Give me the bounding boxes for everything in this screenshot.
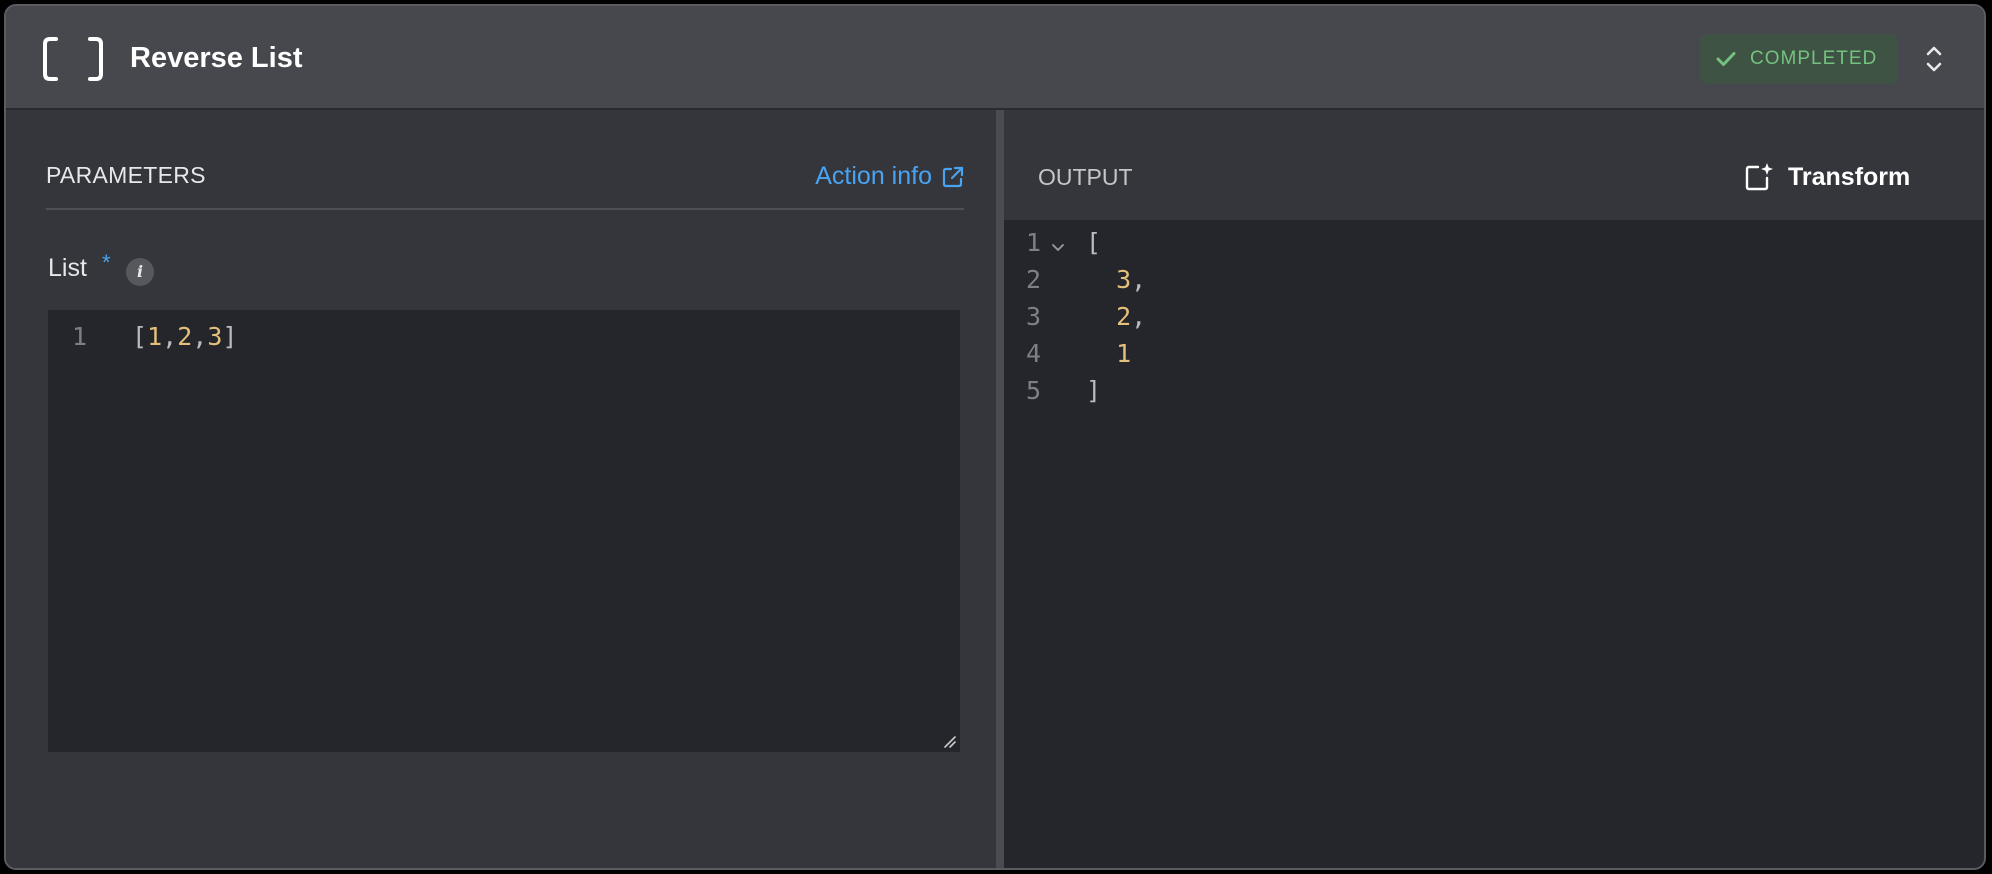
line-number: 3	[1026, 302, 1042, 331]
output-section: OUTPUT Transform 1 [ 2 3, 3 2, 4 1 5]	[1004, 110, 1984, 868]
output-code-view: 1 [ 2 3, 3 2, 4 1 5 ]	[1004, 220, 1984, 868]
status-text: COMPLETED	[1750, 48, 1878, 69]
transform-sparkle-icon	[1745, 163, 1773, 191]
action-info-label: Action info	[815, 162, 932, 190]
transform-label: Transform	[1788, 162, 1911, 191]
parameters-section: PARAMETERS Action info List * i 1 [1,2,3…	[6, 110, 996, 868]
code-text: ]	[1086, 376, 1102, 405]
brackets-icon	[43, 37, 103, 81]
action-info-link[interactable]: Action info	[815, 162, 964, 191]
line-number: 2	[1026, 265, 1042, 294]
parameters-heading: PARAMETERS	[46, 162, 206, 188]
resize-handle-icon[interactable]	[942, 734, 956, 748]
code-line: 2 3,	[1004, 265, 1984, 302]
action-title: Reverse List	[130, 42, 303, 74]
code-line: 3 2,	[1004, 302, 1984, 339]
expand-collapse-icon[interactable]	[1920, 42, 1948, 76]
fold-chevron-icon[interactable]	[1050, 230, 1066, 258]
transform-button[interactable]: Transform	[1744, 162, 1910, 192]
panel-header: Reverse List COMPLETED	[6, 6, 1984, 110]
code-text: 3,	[1116, 265, 1147, 294]
code-line: 4 1	[1004, 339, 1984, 376]
reverse-list-panel: Reverse List COMPLETED PARAMETERS Action…	[4, 4, 1986, 870]
status-badge: COMPLETED	[1700, 34, 1898, 84]
checkmark-icon	[1716, 52, 1736, 66]
required-marker: *	[102, 250, 111, 275]
code-text: 1	[1116, 339, 1132, 368]
info-icon[interactable]: i	[126, 258, 154, 286]
line-number: 1	[1026, 228, 1042, 257]
code-line: 1 [	[1004, 228, 1984, 265]
code-line: 5 ]	[1004, 376, 1984, 413]
code-text: 2,	[1116, 302, 1147, 331]
code-text: [	[1086, 228, 1102, 257]
line-number: 1	[72, 322, 88, 351]
section-divider	[46, 208, 964, 210]
list-code-editor[interactable]: 1 [1,2,3]	[48, 310, 960, 752]
line-number: 4	[1026, 339, 1042, 368]
column-divider[interactable]	[996, 110, 1004, 868]
line-number: 5	[1026, 376, 1042, 405]
output-heading: OUTPUT	[1038, 164, 1133, 190]
list-field-label: List	[48, 254, 87, 282]
external-link-icon	[942, 166, 964, 187]
output-header: OUTPUT Transform	[1004, 110, 1984, 220]
list-value[interactable]: [1,2,3]	[132, 322, 237, 351]
